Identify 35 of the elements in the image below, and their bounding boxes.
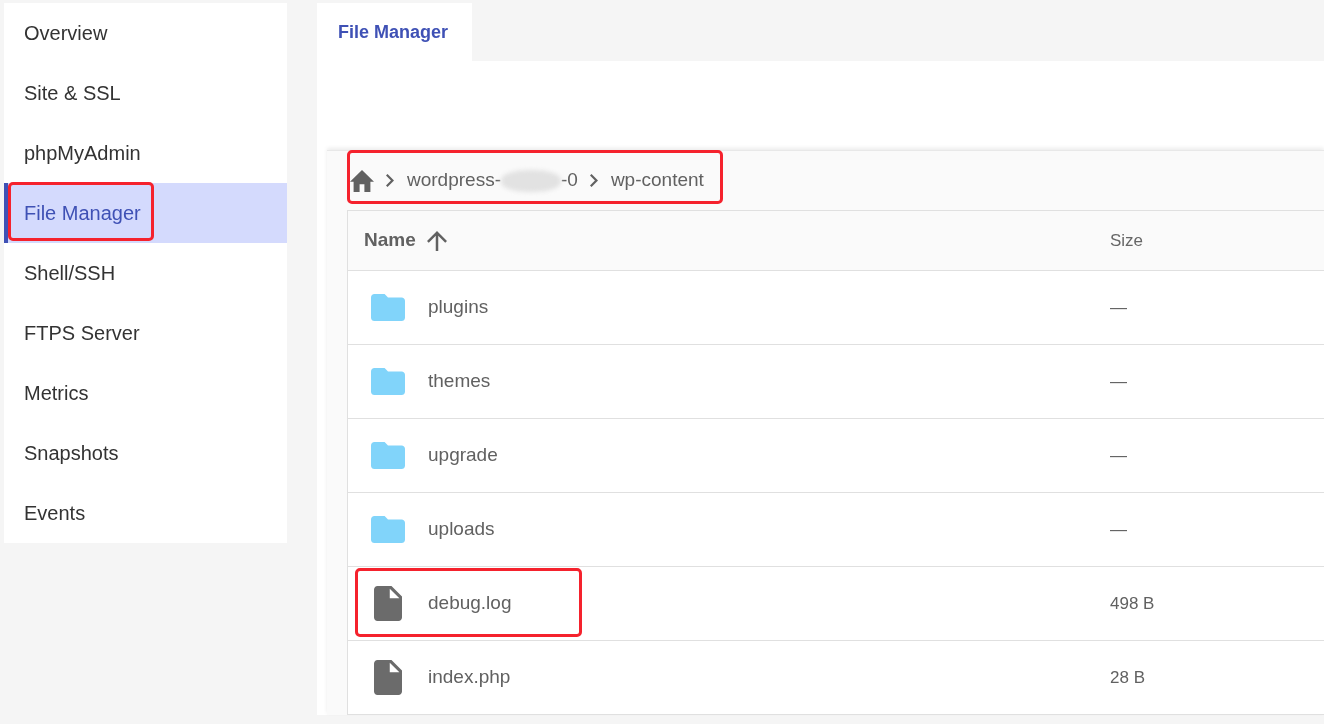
- file-size: —: [1110, 519, 1127, 539]
- sidebar-item[interactable]: phpMyAdmin: [4, 123, 287, 183]
- file-row[interactable]: upgrade —: [348, 419, 1324, 493]
- tab[interactable]: File Manager: [317, 3, 472, 61]
- name-column-header[interactable]: Name: [364, 226, 447, 255]
- home-icon[interactable]: [350, 169, 374, 192]
- breadcrumb-link[interactable]: wp-content: [610, 166, 704, 195]
- file-name: index.php: [428, 665, 511, 690]
- sidebar-item[interactable]: Shell/SSH: [4, 243, 287, 303]
- file-row[interactable]: uploads —: [348, 493, 1324, 567]
- file-row[interactable]: debug.log 498 B: [348, 567, 1324, 641]
- file-size: —: [1110, 371, 1127, 391]
- file-row[interactable]: index.php 28 B: [348, 641, 1324, 715]
- file-name: uploads: [428, 517, 495, 542]
- size-column-header[interactable]: Size: [1110, 227, 1144, 254]
- chevron-right-icon: [386, 174, 394, 187]
- file-name: themes: [428, 369, 491, 394]
- file-size: 28 B: [1110, 667, 1145, 687]
- sidebar-item[interactable]: File Manager: [4, 183, 287, 243]
- sidebar-item[interactable]: Events: [4, 483, 287, 543]
- file-size: —: [1110, 445, 1127, 465]
- chevron-right-icon: [589, 174, 598, 187]
- file-size: —: [1110, 297, 1127, 317]
- file-name: debug.log: [428, 591, 512, 616]
- sidebar-item[interactable]: FTPS Server: [4, 303, 287, 363]
- sidebar-item[interactable]: Metrics: [4, 363, 287, 423]
- file-name: upgrade: [428, 443, 498, 468]
- file-size: 498 B: [1110, 593, 1155, 613]
- file-row[interactable]: plugins —: [348, 271, 1324, 345]
- breadcrumb-link[interactable]: wordpress- -0: [407, 166, 578, 195]
- file-row[interactable]: themes —: [348, 345, 1324, 419]
- sidebar-item[interactable]: Site & SSL: [4, 63, 287, 123]
- sidebar-item[interactable]: Snapshots: [4, 423, 287, 483]
- file-name: plugins: [428, 295, 489, 320]
- sidebar-item[interactable]: Overview: [4, 3, 287, 63]
